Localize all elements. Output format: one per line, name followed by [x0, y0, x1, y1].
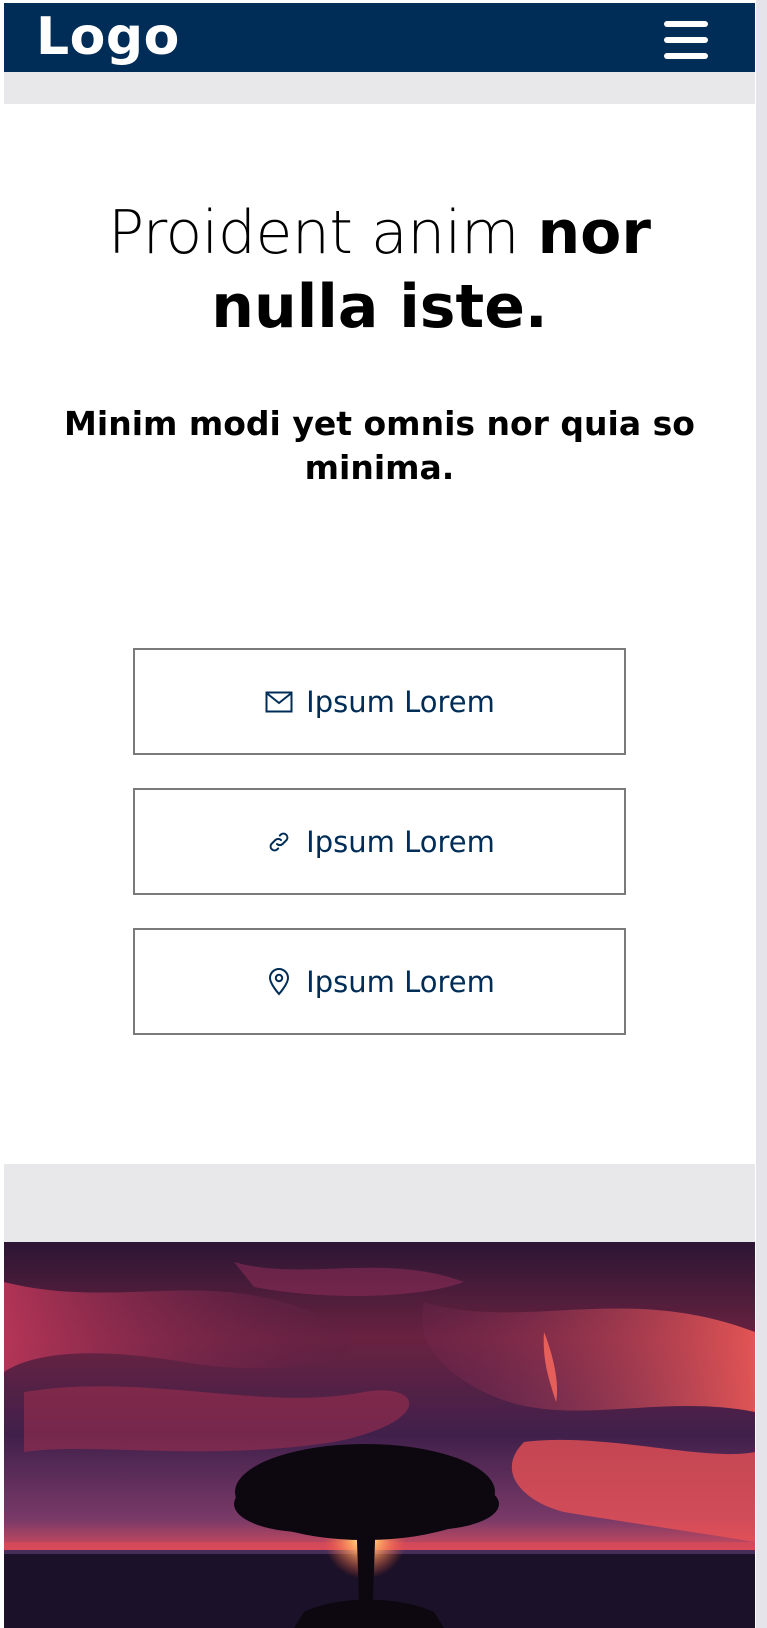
sunset-tree-image: [4, 1242, 755, 1628]
link-icon: [264, 827, 294, 857]
scrollbar[interactable]: [756, 0, 767, 1628]
button-label: Ipsum Lorem: [306, 684, 495, 719]
logo[interactable]: Logo: [36, 7, 180, 67]
location-button[interactable]: Ipsum Lorem: [133, 928, 626, 1035]
link-button[interactable]: Ipsum Lorem: [133, 788, 626, 895]
hero-subheadline: Minim modi yet omnis nor quia so minima.: [64, 404, 695, 487]
map-pin-icon: [264, 967, 294, 997]
contact-email-button[interactable]: Ipsum Lorem: [133, 648, 626, 755]
mail-icon: [264, 687, 294, 717]
menu-bar: [664, 37, 708, 43]
hero-headline: Proident anim nor nulla iste.: [44, 196, 715, 344]
button-label: Ipsum Lorem: [306, 824, 495, 859]
headline-light-text: Proident anim: [108, 198, 538, 268]
site-frame: Logo Proident anim nor nulla iste. Minim…: [4, 3, 755, 1628]
menu-bar: [664, 21, 708, 27]
button-label: Ipsum Lorem: [306, 964, 495, 999]
page: Logo Proident anim nor nulla iste. Minim…: [0, 0, 767, 1628]
hero-section: Proident anim nor nulla iste. Minim modi…: [4, 104, 755, 1164]
navbar: Logo: [4, 3, 755, 72]
hamburger-menu-icon[interactable]: [664, 21, 708, 59]
menu-bar: [664, 53, 708, 59]
